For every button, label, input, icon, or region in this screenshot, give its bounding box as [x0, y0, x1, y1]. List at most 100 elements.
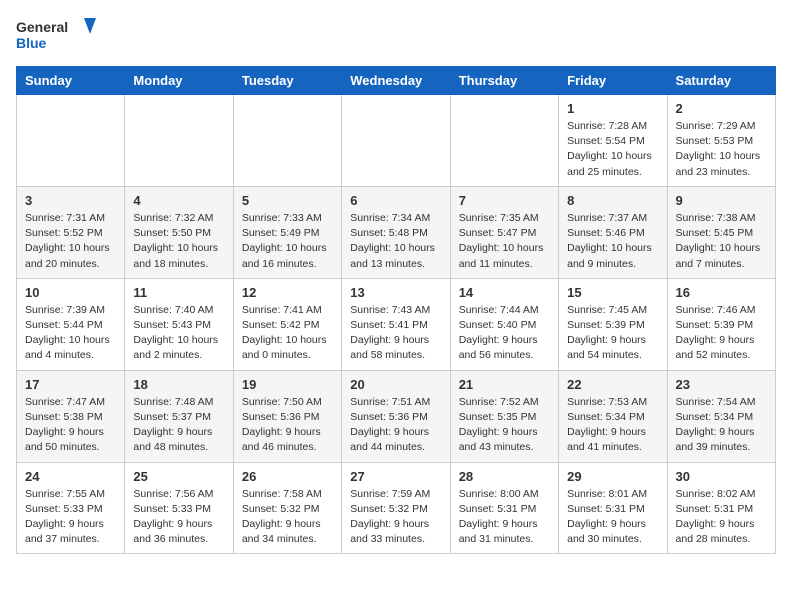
day-number: 5 — [242, 193, 333, 208]
day-number: 25 — [133, 469, 224, 484]
day-number: 28 — [459, 469, 550, 484]
calendar-cell: 20 Sunrise: 7:51 AM Sunset: 5:36 PM Dayli… — [342, 370, 450, 462]
calendar-cell: 7Sunrise: 7:35 AM Sunset: 5:47 PM Daylig… — [450, 186, 558, 278]
day-info: Sunrise: 7:31 AM Sunset: 5:52 PM Dayligh… — [25, 211, 116, 272]
calendar-cell: 3 Sunrise: 7:31 AM Sunset: 5:52 PM Daylig… — [17, 186, 125, 278]
day-number: 17 — [25, 377, 116, 392]
day-info: Sunrise: 7:39 AM Sunset: 5:44 PM Dayligh… — [25, 303, 116, 364]
day-number: 26 — [242, 469, 333, 484]
logo: General Blue — [16, 16, 106, 54]
day-number: 14 — [459, 285, 550, 300]
calendar-cell: 12 Sunrise: 7:41 AM Sunset: 5:42 PM Dayli… — [233, 278, 341, 370]
calendar-cell: 17 Sunrise: 7:47 AM Sunset: 5:38 PM Dayli… — [17, 370, 125, 462]
calendar-cell — [450, 95, 558, 187]
calendar-cell: 4Sunrise: 7:32 AM Sunset: 5:50 PM Daylig… — [125, 186, 233, 278]
calendar-cell: 11 Sunrise: 7:40 AM Sunset: 5:43 PM Dayli… — [125, 278, 233, 370]
calendar-cell: 19Sunrise: 7:50 AM Sunset: 5:36 PM Dayli… — [233, 370, 341, 462]
day-info: Sunrise: 7:33 AM Sunset: 5:49 PM Dayligh… — [242, 211, 333, 272]
day-info: Sunrise: 7:34 AM Sunset: 5:48 PM Dayligh… — [350, 211, 441, 272]
calendar-cell — [125, 95, 233, 187]
calendar-cell: 9 Sunrise: 7:38 AM Sunset: 5:45 PM Daylig… — [667, 186, 775, 278]
calendar-cell: 25 Sunrise: 7:56 AM Sunset: 5:33 PM Dayli… — [125, 462, 233, 554]
day-number: 24 — [25, 469, 116, 484]
day-number: 1 — [567, 101, 658, 116]
calendar-week-row: 17 Sunrise: 7:47 AM Sunset: 5:38 PM Dayli… — [17, 370, 776, 462]
day-number: 29 — [567, 469, 658, 484]
day-info: Sunrise: 7:43 AM Sunset: 5:41 PM Dayligh… — [350, 303, 441, 364]
day-number: 20 — [350, 377, 441, 392]
day-number: 22 — [567, 377, 658, 392]
calendar-cell: 8 Sunrise: 7:37 AM Sunset: 5:46 PM Daylig… — [559, 186, 667, 278]
day-info: Sunrise: 7:52 AM Sunset: 5:35 PM Dayligh… — [459, 395, 550, 456]
calendar-week-row: 3 Sunrise: 7:31 AM Sunset: 5:52 PM Daylig… — [17, 186, 776, 278]
day-number: 8 — [567, 193, 658, 208]
svg-text:General: General — [16, 19, 68, 35]
day-info: Sunrise: 7:29 AM Sunset: 5:53 PM Dayligh… — [676, 119, 767, 180]
calendar-cell: 18 Sunrise: 7:48 AM Sunset: 5:37 PM Dayli… — [125, 370, 233, 462]
day-header-thursday: Thursday — [450, 67, 558, 95]
day-number: 18 — [133, 377, 224, 392]
day-info: Sunrise: 7:40 AM Sunset: 5:43 PM Dayligh… — [133, 303, 224, 364]
day-info: Sunrise: 7:41 AM Sunset: 5:42 PM Dayligh… — [242, 303, 333, 364]
day-info: Sunrise: 7:35 AM Sunset: 5:47 PM Dayligh… — [459, 211, 550, 272]
calendar-cell: 2Sunrise: 7:29 AM Sunset: 5:53 PM Daylig… — [667, 95, 775, 187]
calendar-cell: 6 Sunrise: 7:34 AM Sunset: 5:48 PM Daylig… — [342, 186, 450, 278]
calendar-cell: 13 Sunrise: 7:43 AM Sunset: 5:41 PM Dayli… — [342, 278, 450, 370]
day-info: Sunrise: 7:44 AM Sunset: 5:40 PM Dayligh… — [459, 303, 550, 364]
calendar-cell: 29Sunrise: 8:01 AM Sunset: 5:31 PM Dayli… — [559, 462, 667, 554]
day-info: Sunrise: 7:47 AM Sunset: 5:38 PM Dayligh… — [25, 395, 116, 456]
day-info: Sunrise: 7:55 AM Sunset: 5:33 PM Dayligh… — [25, 487, 116, 548]
day-number: 27 — [350, 469, 441, 484]
day-info: Sunrise: 8:00 AM Sunset: 5:31 PM Dayligh… — [459, 487, 550, 548]
page-header: General Blue — [16, 16, 776, 54]
day-number: 6 — [350, 193, 441, 208]
day-header-sunday: Sunday — [17, 67, 125, 95]
day-info: Sunrise: 7:53 AM Sunset: 5:34 PM Dayligh… — [567, 395, 658, 456]
calendar-cell: 24 Sunrise: 7:55 AM Sunset: 5:33 PM Dayli… — [17, 462, 125, 554]
calendar-cell — [233, 95, 341, 187]
svg-text:Blue: Blue — [16, 35, 47, 51]
day-number: 10 — [25, 285, 116, 300]
day-header-friday: Friday — [559, 67, 667, 95]
day-info: Sunrise: 7:32 AM Sunset: 5:50 PM Dayligh… — [133, 211, 224, 272]
calendar-week-row: 24 Sunrise: 7:55 AM Sunset: 5:33 PM Dayli… — [17, 462, 776, 554]
calendar-cell: 30Sunrise: 8:02 AM Sunset: 5:31 PM Dayli… — [667, 462, 775, 554]
day-number: 3 — [25, 193, 116, 208]
calendar-cell: 15 Sunrise: 7:45 AM Sunset: 5:39 PM Dayli… — [559, 278, 667, 370]
calendar-cell — [17, 95, 125, 187]
day-number: 11 — [133, 285, 224, 300]
day-number: 12 — [242, 285, 333, 300]
day-number: 16 — [676, 285, 767, 300]
day-number: 9 — [676, 193, 767, 208]
day-number: 13 — [350, 285, 441, 300]
day-info: Sunrise: 7:45 AM Sunset: 5:39 PM Dayligh… — [567, 303, 658, 364]
day-number: 21 — [459, 377, 550, 392]
day-header-wednesday: Wednesday — [342, 67, 450, 95]
calendar-header-row: SundayMondayTuesdayWednesdayThursdayFrid… — [17, 67, 776, 95]
calendar-cell: 10 Sunrise: 7:39 AM Sunset: 5:44 PM Dayli… — [17, 278, 125, 370]
day-info: Sunrise: 7:51 AM Sunset: 5:36 PM Dayligh… — [350, 395, 441, 456]
calendar-cell: 26 Sunrise: 7:58 AM Sunset: 5:32 PM Dayli… — [233, 462, 341, 554]
calendar-cell: 23 Sunrise: 7:54 AM Sunset: 5:34 PM Dayli… — [667, 370, 775, 462]
day-header-monday: Monday — [125, 67, 233, 95]
day-info: Sunrise: 8:02 AM Sunset: 5:31 PM Dayligh… — [676, 487, 767, 548]
day-number: 15 — [567, 285, 658, 300]
day-header-saturday: Saturday — [667, 67, 775, 95]
day-info: Sunrise: 7:37 AM Sunset: 5:46 PM Dayligh… — [567, 211, 658, 272]
day-number: 23 — [676, 377, 767, 392]
day-info: Sunrise: 7:50 AM Sunset: 5:36 PM Dayligh… — [242, 395, 333, 456]
day-info: Sunrise: 7:38 AM Sunset: 5:45 PM Dayligh… — [676, 211, 767, 272]
day-info: Sunrise: 7:54 AM Sunset: 5:34 PM Dayligh… — [676, 395, 767, 456]
logo-svg: General Blue — [16, 16, 106, 54]
calendar-cell: 14 Sunrise: 7:44 AM Sunset: 5:40 PM Dayli… — [450, 278, 558, 370]
day-info: Sunrise: 7:28 AM Sunset: 5:54 PM Dayligh… — [567, 119, 658, 180]
calendar-cell: 27 Sunrise: 7:59 AM Sunset: 5:32 PM Dayli… — [342, 462, 450, 554]
day-info: Sunrise: 7:48 AM Sunset: 5:37 PM Dayligh… — [133, 395, 224, 456]
day-info: Sunrise: 7:59 AM Sunset: 5:32 PM Dayligh… — [350, 487, 441, 548]
calendar-cell: 28 Sunrise: 8:00 AM Sunset: 5:31 PM Dayli… — [450, 462, 558, 554]
day-info: Sunrise: 7:46 AM Sunset: 5:39 PM Dayligh… — [676, 303, 767, 364]
day-header-tuesday: Tuesday — [233, 67, 341, 95]
day-info: Sunrise: 7:56 AM Sunset: 5:33 PM Dayligh… — [133, 487, 224, 548]
day-info: Sunrise: 7:58 AM Sunset: 5:32 PM Dayligh… — [242, 487, 333, 548]
calendar-cell: 21 Sunrise: 7:52 AM Sunset: 5:35 PM Dayli… — [450, 370, 558, 462]
